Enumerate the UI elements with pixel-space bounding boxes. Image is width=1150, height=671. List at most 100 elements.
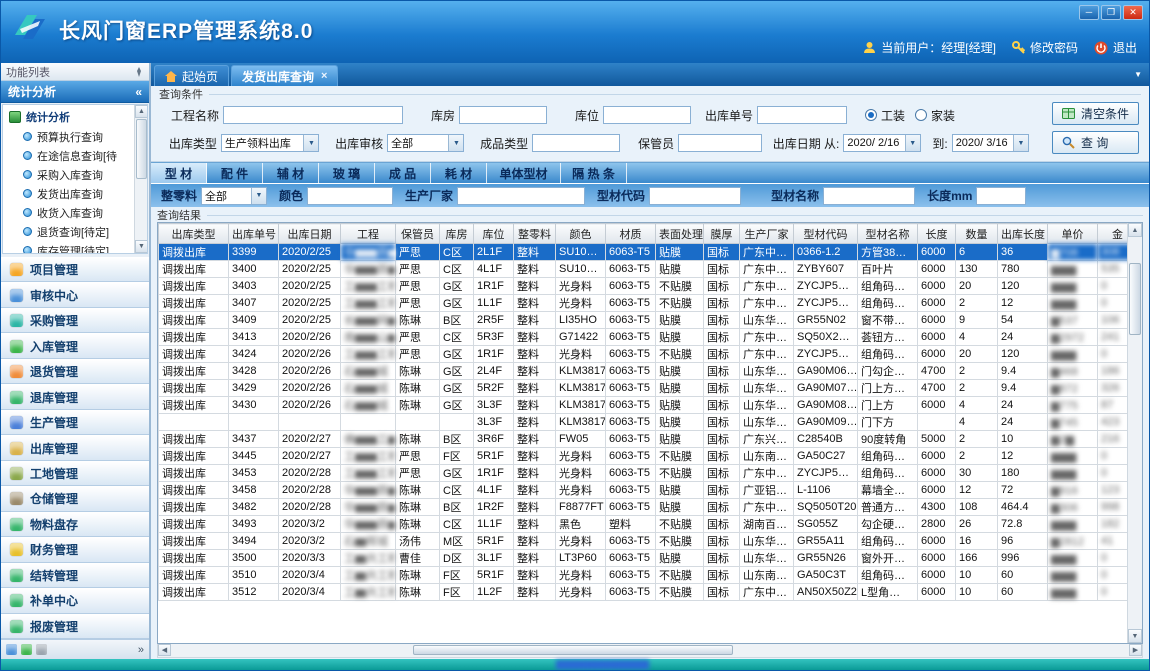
sidebar-item-结转管理[interactable]: 结转管理 — [1, 563, 149, 588]
sidebar-item-退货管理[interactable]: 退货管理 — [1, 359, 149, 384]
profile-code-input[interactable] — [649, 187, 741, 205]
v-scroll-thumb[interactable] — [1129, 263, 1141, 335]
date-to-select[interactable]: 2020/ 3/16 ▼ — [952, 134, 1029, 152]
sidebar-item-入库管理[interactable]: 入库管理 — [1, 333, 149, 358]
column-header[interactable]: 膜厚 — [704, 224, 740, 244]
table-row[interactable]: 调拨出库34132020/2/26南▆▆山▆严思C区5R3F整料G7142260… — [159, 329, 1128, 346]
outbound-audit-select[interactable]: 全部 ▼ — [387, 134, 464, 152]
column-header[interactable]: 出库单号 — [229, 224, 279, 244]
scroll-down-icon[interactable]: ▼ — [1128, 629, 1142, 643]
material-tab-8[interactable]: 隔 热 条 — [561, 163, 627, 183]
column-header[interactable]: 材质 — [606, 224, 656, 244]
sidebar-item-仓储管理[interactable]: 仓储管理 — [1, 486, 149, 511]
location-input[interactable] — [603, 106, 691, 124]
column-header[interactable]: 金 — [1098, 224, 1128, 244]
clear-conditions-button[interactable]: 清空条件 — [1052, 102, 1139, 125]
table-row[interactable]: 调拨出库34932020/3/2华▆▆原▆陈琳C区1L1F整料黑色塑料不贴膜国标… — [159, 516, 1128, 533]
scroll-right-icon[interactable]: ▶ — [1129, 644, 1142, 656]
column-header[interactable]: 生产厂家 — [740, 224, 794, 244]
table-row[interactable]: 调拨出库34532020/2/28工▆▆工程严思G区1R1F整料光身料6063-… — [159, 465, 1128, 482]
collapse-icon[interactable]: « — [135, 85, 142, 99]
material-tab-3[interactable]: 辅 材 — [263, 163, 319, 183]
logout-button[interactable]: 退出 — [1094, 39, 1137, 56]
sidebar-item-退库管理[interactable]: 退库管理 — [1, 384, 149, 409]
tree-item[interactable]: 库存管理[待定] — [9, 241, 133, 254]
table-row[interactable]: 调拨出库33992020/2/25华▆▆原▆严思C区2L1F整料SU10…606… — [159, 244, 1128, 261]
tree-scroll-thumb[interactable] — [136, 119, 147, 179]
table-row[interactable]: 调拨出库34292020/2/26石▆▆城陈琳G区5R2F整料KLM381760… — [159, 380, 1128, 397]
scroll-up-icon[interactable]: ▲ — [1128, 223, 1142, 237]
manufacturer-input[interactable] — [457, 187, 585, 205]
column-header[interactable]: 表面处理 — [656, 224, 704, 244]
table-row[interactable]: 调拨出库34372020/2/27佛▆▆工▆陈琳B区3R6F整料FW056063… — [159, 431, 1128, 448]
pin-icon[interactable] — [134, 67, 144, 77]
column-header[interactable]: 整零料 — [514, 224, 556, 244]
warehouse-input[interactable] — [459, 106, 547, 124]
product-type-input[interactable] — [532, 134, 620, 152]
tree-item[interactable]: 采购入库查询 — [9, 165, 133, 184]
keeper-input[interactable] — [678, 134, 762, 152]
horizontal-scrollbar[interactable]: ◀ ▶ — [157, 644, 1143, 658]
tab-close-icon[interactable]: × — [321, 70, 327, 82]
tree-scrollbar[interactable]: ▲ ▼ — [134, 105, 147, 253]
table-row[interactable]: 调拨出库34942020/3/2石▆辉城汤伟M区5R1F整料光身料6063-T5… — [159, 533, 1128, 550]
material-tab-4[interactable]: 玻 璃 — [319, 163, 375, 183]
more-panels-icon[interactable]: » — [138, 644, 144, 656]
radio-homewear-icon[interactable] — [915, 109, 927, 121]
sidebar-item-采购管理[interactable]: 采购管理 — [1, 308, 149, 333]
table-row[interactable]: 调拨出库34072020/2/25工▆▆工程严思G区1L1F整料光身料6063-… — [159, 295, 1128, 312]
table-row[interactable]: 调拨出库34822020/2/28华▆▆原▆陈琳B区1R2F整料F8877FT6… — [159, 499, 1128, 516]
disk-icon[interactable] — [36, 644, 47, 655]
column-header[interactable]: 型材名称 — [858, 224, 918, 244]
change-password-button[interactable]: 修改密码 — [1012, 39, 1078, 56]
tree-item[interactable]: 在途信息查询[待 — [9, 146, 133, 165]
scroll-down-icon[interactable]: ▼ — [135, 240, 148, 253]
table-row[interactable]: 调拨出库34092020/2/25长▆▆网▆陈琳B区2R5F整料LI35HO60… — [159, 312, 1128, 329]
column-header[interactable]: 库房 — [440, 224, 474, 244]
column-header[interactable]: 工程 — [341, 224, 396, 244]
scroll-up-icon[interactable]: ▲ — [135, 105, 148, 118]
monitor-icon[interactable] — [21, 644, 32, 655]
table-row[interactable]: 调拨出库34242020/2/26工▆▆工程严思G区1R1F整料光身料6063-… — [159, 346, 1128, 363]
table-row[interactable]: 调拨出库35122020/3/4工▆共工程陈琳F区1L2F整料光身料6063-T… — [159, 584, 1128, 601]
h-scroll-thumb[interactable] — [413, 645, 733, 655]
outbound-type-select[interactable]: 生产领料出库 ▼ — [221, 134, 320, 152]
sidebar-item-审核中心[interactable]: 审核中心 — [1, 282, 149, 307]
close-button[interactable]: ✕ — [1123, 5, 1143, 20]
table-row[interactable]: 调拨出库35002020/3/3工▆共工程曹佳D区3L1F整料LT3P60606… — [159, 550, 1128, 567]
date-from-select[interactable]: 2020/ 2/16 ▼ — [843, 134, 920, 152]
profile-name-input[interactable] — [823, 187, 915, 205]
search-button[interactable]: 查 询 — [1052, 131, 1139, 154]
table-row[interactable]: 调拨出库34452020/2/27工▆▆工程严思F区5R1F整料光身料6063-… — [159, 448, 1128, 465]
column-header[interactable]: 数量 — [956, 224, 998, 244]
material-tab-2[interactable]: 配 件 — [207, 163, 263, 183]
material-tab-5[interactable]: 成 品 — [375, 163, 431, 183]
sidebar-item-出库管理[interactable]: 出库管理 — [1, 435, 149, 460]
sidebar-item-物料盘存[interactable]: 物料盘存 — [1, 512, 149, 537]
column-header[interactable]: 出库长度 — [998, 224, 1048, 244]
sidebar-item-工地管理[interactable]: 工地管理 — [1, 461, 149, 486]
material-tab-7[interactable]: 单体型材 — [487, 163, 561, 183]
tab-home[interactable]: 起始页 — [154, 65, 229, 86]
column-header[interactable]: 长度 — [918, 224, 956, 244]
minimize-button[interactable]: ─ — [1079, 5, 1099, 20]
tree-item[interactable]: 预算执行查询 — [9, 127, 133, 146]
sidebar-item-报废管理[interactable]: 报废管理 — [1, 614, 149, 639]
column-header[interactable]: 型材代码 — [794, 224, 858, 244]
length-input[interactable] — [976, 187, 1026, 205]
whole-piece-select[interactable]: 全部 ▼ — [201, 187, 267, 205]
table-row[interactable]: 调拨出库35102020/3/4工▆共工程陈琳F区5R1F整料光身料6063-T… — [159, 567, 1128, 584]
sidebar-item-项目管理[interactable]: 项目管理 — [1, 257, 149, 282]
material-tab-6[interactable]: 耗 材 — [431, 163, 487, 183]
radio-workwear-icon[interactable] — [865, 109, 877, 121]
tab-shipping-outbound-query[interactable]: 发货出库查询 × — [231, 65, 338, 86]
column-header[interactable]: 出库日期 — [279, 224, 341, 244]
tree-root-statistics[interactable]: 统计分析 — [9, 107, 133, 127]
sidebar-section-statistics[interactable]: 统计分析 « — [1, 81, 149, 103]
sidebar-item-补单中心[interactable]: 补单中心 — [1, 588, 149, 613]
table-row[interactable]: 3L3F整料KLM38176063-T5贴膜国标山东华…GA90M09…门下方4… — [159, 414, 1128, 431]
sidebar-item-生产管理[interactable]: 生产管理 — [1, 410, 149, 435]
project-name-input[interactable] — [223, 106, 403, 124]
radio-workwear[interactable]: 工装 — [865, 107, 905, 124]
tree-item[interactable]: 退货查询[待定] — [9, 222, 133, 241]
